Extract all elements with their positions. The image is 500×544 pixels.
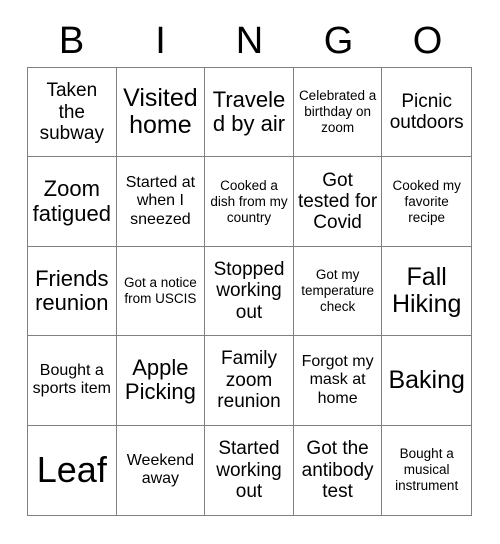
bingo-header-letter-i-label: I <box>155 19 166 62</box>
bingo-cell-label: Traveled by air <box>212 87 286 137</box>
bingo-header-letter-b: B <box>27 14 116 67</box>
bingo-cell-label: Apple Picking <box>124 355 196 405</box>
bingo-grid: Taken the subway Visited home Traveled b… <box>27 67 472 516</box>
bingo-cell-label: Visited home <box>123 84 198 140</box>
bingo-cell[interactable]: Visited home <box>116 68 206 158</box>
bingo-cell[interactable]: Started at when I sneezed <box>116 157 206 247</box>
bingo-cell-label: Bought a sports item <box>32 362 111 398</box>
bingo-cell[interactable]: Taken the subway <box>28 68 117 158</box>
bingo-cell-label: Friends reunion <box>35 265 109 315</box>
bingo-cell[interactable]: Family zoom reunion <box>205 336 294 426</box>
bingo-cell[interactable]: Got a notice from USCIS <box>116 246 206 337</box>
bingo-header-letter-g-label: G <box>323 19 354 62</box>
bingo-cell[interactable]: Started working out <box>205 425 294 515</box>
bingo-header-letter-n-label: N <box>235 19 264 62</box>
bingo-header-letter-o: O <box>383 14 472 67</box>
bingo-header-letter-n: N <box>205 14 294 67</box>
bingo-header-letter-b-label: B <box>58 19 85 62</box>
bingo-cell[interactable]: Got tested for Covid <box>293 157 383 247</box>
bingo-header-letter-g: G <box>294 14 383 67</box>
bingo-cell-label: Got a notice from USCIS <box>123 275 197 306</box>
bingo-cell-label: Bought a musical instrument <box>395 446 459 494</box>
bingo-cell-label: Baking <box>388 365 465 394</box>
bingo-cell[interactable]: Bought a sports item <box>28 336 117 426</box>
bingo-cell[interactable]: Celebrated a birthday on zoom <box>293 68 383 158</box>
bingo-cell[interactable]: Got my temperature check <box>293 246 383 337</box>
bingo-cell-label: Got the antibody test <box>301 438 374 502</box>
bingo-cell[interactable]: Stopped working out <box>205 246 294 337</box>
bingo-cell-label: Stopped working out <box>213 259 285 323</box>
bingo-cell-label: Leaf <box>36 449 107 491</box>
bingo-cell-label: Got tested for Covid <box>297 169 378 234</box>
bingo-cell[interactable]: Leaf <box>28 425 117 515</box>
bingo-cell[interactable]: Fall Hiking <box>382 246 471 337</box>
bingo-cell-label: Taken the subway <box>39 80 104 144</box>
bingo-cell[interactable]: Cooked a dish from my country <box>205 157 294 247</box>
bingo-cell-label: Cooked my favorite recipe <box>392 177 461 225</box>
bingo-cell-label: Got my temperature check <box>301 267 374 314</box>
bingo-cell-label: Started at when I sneezed <box>125 174 196 228</box>
bingo-cell[interactable]: Baking <box>382 336 471 426</box>
bingo-cell-label: Family zoom reunion <box>217 348 281 413</box>
bingo-cell[interactable]: Cooked my favorite recipe <box>382 157 471 247</box>
bingo-cell[interactable]: Apple Picking <box>116 336 206 426</box>
bingo-cell-label: Cooked a dish from my country <box>210 177 288 225</box>
bingo-cell-label: Weekend away <box>126 452 195 488</box>
bingo-cell-label: Forgot my mask at home <box>301 353 374 407</box>
bingo-cell-label: Fall Hiking <box>391 262 462 318</box>
bingo-cell[interactable]: Picnic outdoors <box>382 68 471 158</box>
bingo-cell[interactable]: Weekend away <box>116 425 206 515</box>
bingo-card: B I N G O Taken the subway Visited home … <box>0 0 500 544</box>
bingo-header-letter-i: I <box>116 14 205 67</box>
bingo-cell[interactable]: Got the antibody test <box>293 425 383 515</box>
bingo-cell[interactable]: Traveled by air <box>205 68 294 158</box>
bingo-cell[interactable]: Bought a musical instrument <box>382 425 471 515</box>
bingo-cell[interactable]: Forgot my mask at home <box>293 336 383 426</box>
bingo-cell[interactable]: Friends reunion <box>28 246 117 337</box>
bingo-cell-label: Celebrated a birthday on zoom <box>298 88 377 136</box>
bingo-cell-label: Zoom fatigued <box>32 176 111 226</box>
bingo-header-letter-o-label: O <box>412 19 443 62</box>
bingo-cell-label: Picnic outdoors <box>389 90 464 134</box>
bingo-cell-label: Started working out <box>216 438 282 502</box>
bingo-cell[interactable]: Zoom fatigued <box>28 157 117 247</box>
bingo-header-row: B I N G O <box>27 14 472 67</box>
